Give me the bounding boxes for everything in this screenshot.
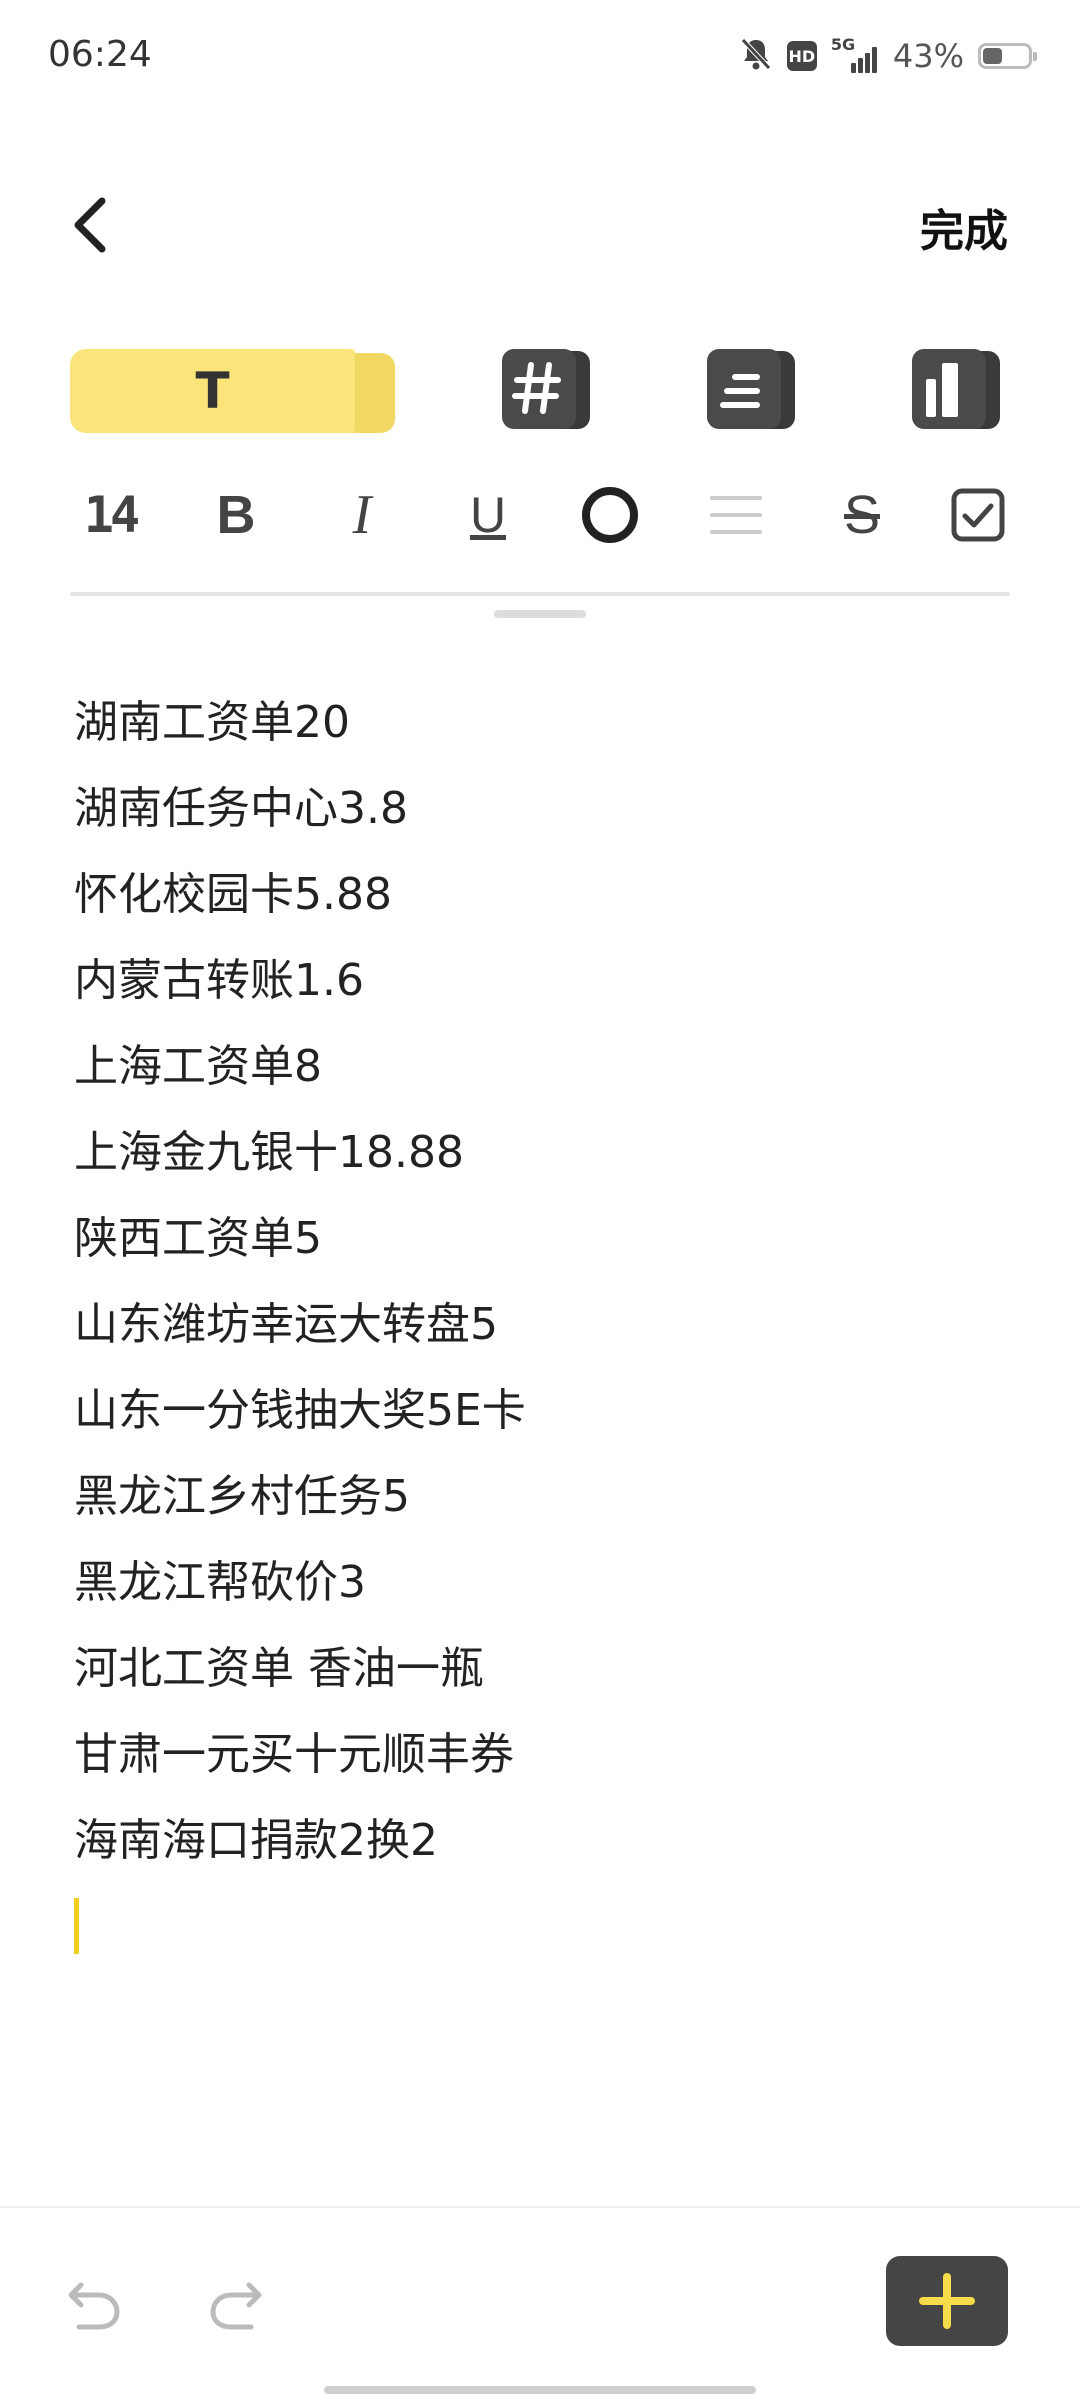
- format-toolbar: 14 B I U S: [70, 475, 1010, 555]
- hd-icon: HD: [786, 41, 817, 71]
- battery-percent: 43%: [892, 37, 964, 75]
- back-button[interactable]: [60, 190, 120, 260]
- align-lines-icon: [710, 496, 762, 534]
- note-line[interactable]: 内蒙古转账1.6: [74, 938, 1004, 1024]
- note-line[interactable]: 甘肃一元买十元顺丰券: [74, 1712, 1004, 1798]
- text-caret: [74, 1898, 79, 1954]
- font-size-button[interactable]: 14: [70, 475, 150, 555]
- list-style-tab[interactable]: [705, 345, 797, 433]
- note-line[interactable]: 海南海口捐款2换2: [74, 1798, 1004, 1884]
- text-style-tab[interactable]: T: [70, 349, 395, 433]
- style-tabs: T: [70, 345, 1010, 440]
- status-time: 06:24: [48, 34, 152, 75]
- note-line[interactable]: 山东一分钱抽大奖5E卡: [74, 1368, 1004, 1454]
- circle-color-icon: [582, 487, 638, 543]
- strikethrough-icon: S: [843, 485, 881, 545]
- italic-button[interactable]: I: [322, 475, 402, 555]
- drag-handle[interactable]: [494, 610, 586, 618]
- checkbox-icon: [951, 488, 1005, 542]
- heading-style-tab[interactable]: [500, 345, 592, 433]
- strikethrough-button[interactable]: S: [822, 475, 902, 555]
- signal-5g-icon: 5G: [831, 35, 879, 73]
- note-line[interactable]: 湖南任务中心3.8: [74, 766, 1004, 852]
- checkbox-button[interactable]: [938, 475, 1018, 555]
- layout-style-tab[interactable]: [910, 345, 1002, 433]
- chevron-left-icon: [74, 197, 106, 253]
- note-line[interactable]: 黑龙江乡村任务5: [74, 1454, 1004, 1540]
- home-indicator[interactable]: [324, 2386, 756, 2394]
- note-line[interactable]: 怀化校园卡5.88: [74, 852, 1004, 938]
- align-button[interactable]: [696, 475, 776, 555]
- underline-icon: U: [469, 487, 507, 543]
- note-line[interactable]: 山东潍坊幸运大转盘5: [74, 1282, 1004, 1368]
- color-button[interactable]: [570, 475, 650, 555]
- note-line[interactable]: 上海工资单8: [74, 1024, 1004, 1110]
- font-size-icon: 14: [83, 486, 140, 544]
- note-body[interactable]: 湖南工资单20 湖南任务中心3.8 怀化校园卡5.88 内蒙古转账1.6 上海工…: [74, 680, 1004, 1954]
- redo-icon: [210, 2282, 262, 2330]
- plus-icon: [919, 2273, 975, 2329]
- status-icons: HD 5G 43%: [739, 34, 1037, 78]
- hash-heading-icon: [502, 349, 590, 429]
- note-line[interactable]: 河北工资单 香油一瓶: [74, 1626, 1004, 1712]
- done-button[interactable]: 完成: [920, 195, 1008, 259]
- underline-button[interactable]: U: [448, 475, 528, 555]
- redo-button[interactable]: [200, 2270, 270, 2340]
- battery-icon: [978, 43, 1037, 69]
- note-line[interactable]: 上海金九银十18.88: [74, 1110, 1004, 1196]
- undo-button[interactable]: [60, 2270, 130, 2340]
- note-line[interactable]: 黑龙江帮砍价3: [74, 1540, 1004, 1626]
- note-line[interactable]: 湖南工资单20: [74, 680, 1004, 766]
- undo-icon: [68, 2282, 120, 2330]
- column-layout-icon: [912, 349, 1000, 429]
- mute-bell-icon: [739, 36, 773, 76]
- toolbar-divider: [70, 592, 1010, 596]
- network-label: 5G: [830, 35, 856, 54]
- text-style-icon: T: [195, 362, 230, 420]
- note-line[interactable]: 陕西工资单5: [74, 1196, 1004, 1282]
- list-lines-icon: [707, 349, 795, 429]
- status-bar: 06:24 HD 5G 43%: [0, 0, 1080, 110]
- battery-fill: [983, 48, 1002, 64]
- bold-icon: B: [216, 485, 256, 545]
- add-button[interactable]: [886, 2256, 1008, 2346]
- bottom-divider: [0, 2206, 1080, 2208]
- bold-button[interactable]: B: [196, 475, 276, 555]
- italic-icon: I: [352, 484, 372, 546]
